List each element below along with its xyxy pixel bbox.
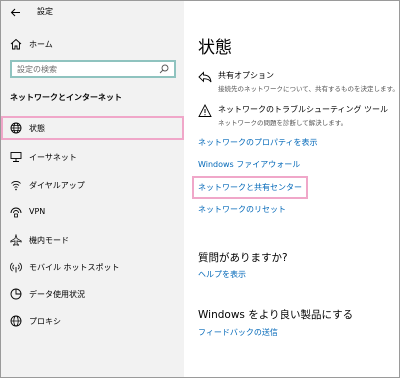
search-placeholder: 設定の検索 bbox=[17, 65, 57, 74]
nav-item-label: イーサネット bbox=[29, 153, 77, 162]
window-title: 設定 bbox=[37, 7, 53, 16]
settings-window: 設定 ホーム 設定の検索 ネットワークとインターネット 状態 イーサネット ダイ… bbox=[0, 0, 400, 378]
nav-item-label: ダイヤルアップ bbox=[29, 181, 85, 190]
windows-firewall-link[interactable]: Windows ファイアウォール bbox=[198, 159, 300, 170]
vpn-icon bbox=[10, 207, 22, 218]
navigation-pane: 設定 ホーム 設定の検索 ネットワークとインターネット 状態 イーサネット ダイ… bbox=[1, 1, 184, 377]
nav-item-label: プロキシ bbox=[29, 317, 61, 326]
settings-search-input[interactable]: 設定の検索 bbox=[10, 60, 176, 78]
nav-item-proxy[interactable]: プロキシ bbox=[1, 309, 184, 333]
network-sharing-center-link[interactable]: ネットワークと共有センター bbox=[192, 176, 308, 199]
nav-item-label: モバイル ホットスポット bbox=[29, 263, 120, 272]
option-description: ネットワークの問題を診断して解決します。 bbox=[218, 119, 348, 127]
nav-item-status[interactable]: 状態 bbox=[1, 116, 184, 140]
title-bar: 設定 bbox=[1, 1, 184, 23]
globe-icon bbox=[10, 122, 22, 134]
get-help-link[interactable]: ヘルプを表示 bbox=[198, 269, 246, 280]
nav-item-airplane-mode[interactable]: 機内モード bbox=[1, 228, 184, 252]
nav-item-label: 状態 bbox=[29, 124, 45, 133]
nav-item-ethernet[interactable]: イーサネット bbox=[1, 145, 184, 169]
search-icon bbox=[159, 64, 169, 74]
ethernet-icon bbox=[10, 152, 22, 162]
warning-icon bbox=[198, 104, 212, 117]
questions-heading: 質問がありますか? bbox=[198, 252, 288, 264]
nav-section-heading: ネットワークとインターネット bbox=[10, 93, 122, 102]
sharing-options-item[interactable]: 共有オプション 接続先のネットワークについて、共有するものを決定します。 bbox=[198, 70, 399, 94]
option-title: ネットワークのトラブルシューティング ツール bbox=[218, 105, 389, 114]
back-arrow-icon bbox=[10, 8, 20, 16]
nav-item-data-usage[interactable]: データ使用状況 bbox=[1, 282, 184, 306]
nav-item-label: VPN bbox=[29, 207, 46, 216]
nav-item-label: データ使用状況 bbox=[29, 290, 85, 299]
nav-item-mobile-hotspot[interactable]: モバイル ホットスポット bbox=[1, 255, 184, 279]
view-network-properties-link[interactable]: ネットワークのプロパティを表示 bbox=[198, 137, 318, 148]
data-usage-icon bbox=[10, 288, 22, 300]
content-pane: 状態 共有オプション 接続先のネットワークについて、共有するものを決定します。 … bbox=[184, 1, 399, 377]
dialup-icon bbox=[11, 181, 21, 191]
page-title: 状態 bbox=[198, 38, 232, 58]
nav-item-dialup[interactable]: ダイヤルアップ bbox=[1, 173, 184, 197]
back-button[interactable] bbox=[7, 4, 23, 20]
proxy-globe-icon bbox=[10, 315, 22, 327]
airplane-icon bbox=[10, 234, 22, 246]
network-troubleshooter-item[interactable]: ネットワークのトラブルシューティング ツール ネットワークの問題を診断して解決し… bbox=[198, 104, 398, 128]
nav-item-vpn[interactable]: VPN bbox=[1, 200, 184, 224]
home-label: ホーム bbox=[29, 40, 53, 49]
home-icon bbox=[10, 38, 22, 50]
nav-item-label: 機内モード bbox=[29, 236, 69, 245]
network-reset-link[interactable]: ネットワークのリセット bbox=[198, 204, 286, 215]
improve-windows-heading: Windows をより良い製品にする bbox=[198, 309, 354, 321]
share-icon bbox=[198, 71, 212, 83]
send-feedback-link[interactable]: フィードバックの送信 bbox=[198, 327, 278, 338]
home-nav-item[interactable]: ホーム bbox=[1, 33, 184, 55]
hotspot-icon bbox=[10, 262, 22, 273]
option-description: 接続先のネットワークについて、共有するものを決定します。 bbox=[218, 85, 399, 93]
option-title: 共有オプション bbox=[218, 71, 274, 80]
